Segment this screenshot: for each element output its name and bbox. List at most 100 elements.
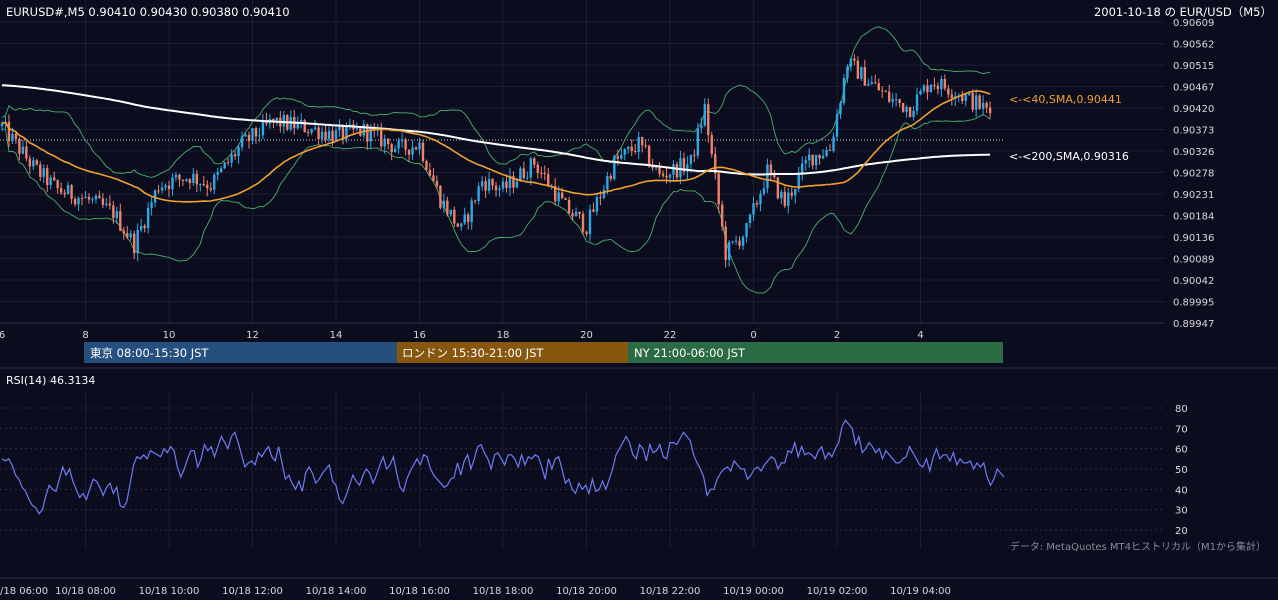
candle-body [567, 199, 571, 214]
candle-body [202, 184, 205, 186]
candle-body [720, 204, 724, 227]
candle-body [724, 226, 727, 261]
candle-body [658, 167, 661, 174]
candle-body [428, 169, 432, 176]
candle-body [160, 187, 164, 191]
candle-body [199, 184, 202, 186]
candle-body [115, 211, 119, 219]
candle-body [501, 181, 505, 189]
candle-body [874, 82, 877, 84]
candle-body [101, 198, 105, 205]
candle-body [842, 78, 846, 103]
candle-body [731, 241, 734, 243]
candle-body [432, 175, 435, 181]
candle-body [28, 158, 32, 167]
candle-body [634, 151, 637, 153]
candle-body [32, 160, 35, 167]
session-london-label: ロンドン 15:30-21:00 JST [402, 346, 544, 360]
candle-body [804, 160, 807, 164]
candle-body [52, 177, 56, 181]
bottom-time-label: 10/19 00:00 [723, 586, 784, 597]
bottom-time-label: 10/18 12:00 [222, 586, 283, 597]
candle-body [981, 102, 985, 109]
chart-canvas: 0.90609 0.90562 0.90515 0.90467 0.90420 0.903… [0, 0, 1278, 600]
candle-body [811, 154, 814, 166]
candle-body [449, 209, 453, 215]
candle-body [247, 134, 251, 142]
candle-body [380, 129, 383, 147]
candle-body [244, 134, 247, 137]
candle-body [261, 120, 265, 136]
candle-body [327, 130, 331, 140]
candle [456, 222, 459, 228]
candle-body [59, 188, 63, 193]
candle-body [630, 146, 633, 152]
candle-body [477, 186, 480, 201]
source-note: データ: MetaQuotes MT4ヒストリカル（M1から集計） [1010, 540, 1266, 553]
candle-body [66, 185, 70, 195]
candle-body [640, 136, 644, 146]
candle-body [560, 192, 564, 199]
candle-body [480, 181, 484, 187]
candle-body [762, 188, 766, 194]
candle-body [609, 176, 613, 180]
price-tick-label: 0.90042 [1173, 276, 1214, 287]
rsi-tick-label: 50 [1175, 465, 1188, 476]
candle-body [807, 154, 811, 161]
rsi-tick-label: 30 [1175, 506, 1188, 517]
candle-body [602, 189, 606, 198]
candle-body [484, 181, 487, 191]
candle-body [226, 162, 230, 164]
candle-body [143, 225, 146, 228]
bottom-time-label: 10/18 08:00 [55, 586, 116, 597]
candle-body [620, 154, 623, 159]
candle-body [460, 223, 463, 227]
candle-body [672, 164, 675, 175]
candle-body [919, 91, 922, 95]
candle-body [404, 139, 407, 150]
candle-body [192, 173, 195, 184]
candle-body [627, 146, 630, 150]
candle-body [216, 172, 219, 175]
candle [439, 184, 442, 210]
candle-body [383, 138, 386, 147]
bottom-time-label: 10/18 10:00 [139, 586, 200, 597]
candle-body [56, 180, 59, 189]
candle-body [814, 155, 818, 166]
bottom-time-label: 10/18 14:00 [306, 586, 367, 597]
price-tick-label: 0.90231 [1173, 190, 1214, 201]
price-tick-label: 0.89995 [1173, 298, 1214, 309]
candle-body [644, 145, 647, 147]
candle-body [411, 147, 414, 155]
candle-body [84, 196, 87, 199]
candle-body [741, 236, 745, 246]
candle-body [578, 211, 581, 214]
rsi-tick-label: 40 [1175, 485, 1188, 496]
candle-body [258, 135, 261, 137]
candle-body [647, 145, 651, 167]
candle-body [940, 78, 943, 90]
time-tick-label: 12 [246, 330, 259, 341]
price-tick-label: 0.90278 [1173, 169, 1214, 180]
candle-body [905, 106, 908, 112]
candle [978, 93, 981, 111]
candle-body [35, 160, 38, 165]
candle [581, 210, 585, 235]
candle-body [174, 174, 178, 178]
candle-body [498, 188, 501, 191]
candle-body [585, 231, 588, 234]
candle-body [894, 99, 898, 101]
candle-body [42, 168, 45, 177]
sma40-label: <-<40,SMA,0.90441 [1009, 93, 1122, 106]
candle-body [717, 173, 720, 205]
candle-body [668, 174, 672, 178]
candle-body [985, 102, 988, 108]
time-tick-label: 0 [750, 330, 756, 341]
candle-body [696, 128, 700, 156]
price-tick-label: 0.90420 [1173, 104, 1214, 115]
candle-body [46, 168, 49, 186]
candle-body [94, 195, 98, 200]
candle-body [164, 185, 167, 188]
candle-body [801, 163, 804, 174]
candle-body [964, 94, 967, 101]
